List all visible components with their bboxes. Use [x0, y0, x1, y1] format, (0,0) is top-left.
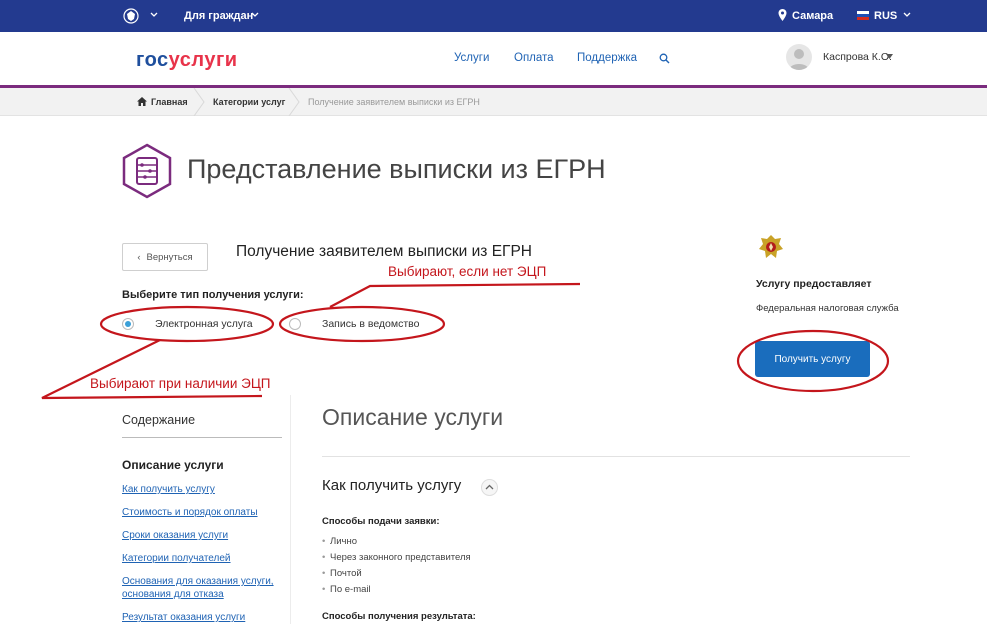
back-button[interactable]: ‹ Вернуться	[122, 243, 208, 271]
how-to-get-title: Как получить услугу	[322, 477, 462, 494]
chevron-down-icon[interactable]	[150, 11, 158, 19]
annotation-pointer-no-ecp	[329, 282, 581, 308]
home-icon	[137, 97, 147, 106]
chevron-down-icon[interactable]	[251, 11, 259, 19]
search-icon[interactable]	[659, 53, 670, 64]
results-label: Способы получения результата:	[322, 611, 476, 622]
radio-electronic-label[interactable]: Электронная услуга	[155, 318, 253, 330]
gosuslugi-logo[interactable]: госуслуги	[136, 49, 238, 72]
city-selector[interactable]: Самара	[792, 10, 833, 22]
service-subtitle: Получение заявителем выписки из ЕГРН	[236, 243, 532, 260]
user-silhouette-icon	[789, 49, 809, 70]
provider-name: Федеральная налоговая служба	[756, 303, 899, 314]
location-pin-icon	[778, 9, 787, 21]
caret-down-icon[interactable]	[886, 54, 893, 59]
toc-link-terms[interactable]: Сроки оказания услуги	[122, 529, 287, 542]
breadcrumb-current: Получение заявителем выписки из ЕГРН	[308, 97, 480, 107]
nav-support[interactable]: Поддержка	[577, 52, 637, 64]
provider-label: Услугу предоставляет	[756, 278, 872, 290]
chevron-up-icon	[485, 484, 494, 490]
breadcrumb-separator	[193, 88, 205, 116]
toc-link-result[interactable]: Результат оказания услуги	[122, 611, 287, 624]
abacus-icon	[122, 143, 172, 199]
language-selector[interactable]: RUS	[874, 10, 897, 22]
description-title: Описание услуги	[322, 404, 504, 430]
tax-service-emblem-icon	[759, 235, 783, 258]
list-item: Лично	[322, 536, 357, 547]
user-name[interactable]: Каспрова К.О.	[823, 51, 892, 63]
get-service-button[interactable]: Получить услугу	[755, 341, 870, 377]
breadcrumb-separator	[288, 88, 300, 116]
top-bar: Для граждан Самара RUS	[0, 0, 987, 32]
list-item: Через законного представителя	[322, 552, 471, 563]
column-divider	[290, 395, 291, 624]
coat-of-arms-icon[interactable]	[122, 7, 140, 25]
toc-divider	[122, 437, 282, 438]
annotation-no-ecp: Выбирают, если нет ЭЦП	[388, 264, 547, 279]
breadcrumb: Главная Категории услуг Получение заявит…	[0, 88, 987, 116]
chevron-left-icon: ‹	[137, 251, 141, 263]
toc-link-cost[interactable]: Стоимость и порядок оплаты	[122, 506, 287, 519]
service-type-label: Выберите тип получения услуги:	[122, 289, 304, 301]
toc-link-recipients[interactable]: Категории получателей	[122, 552, 287, 565]
collapse-toggle[interactable]	[481, 479, 498, 496]
chevron-down-icon[interactable]	[903, 11, 911, 19]
russian-flag-icon	[857, 11, 869, 20]
site-header: госуслуги Услуги Оплата Поддержка Каспро…	[0, 32, 987, 88]
toc-link-how-to-get[interactable]: Как получить услугу	[122, 483, 287, 496]
breadcrumb-categories[interactable]: Категории услуг	[213, 97, 285, 107]
annotation-with-ecp: Выбирают при наличии ЭЦП	[90, 376, 271, 391]
breadcrumb-home[interactable]: Главная	[151, 97, 188, 107]
list-item: Почтой	[322, 568, 362, 579]
toc-section-description: Описание услуги	[122, 458, 224, 472]
methods-label: Способы подачи заявки:	[322, 516, 440, 527]
radio-office-visit[interactable]	[289, 318, 301, 330]
avatar[interactable]	[786, 44, 812, 70]
description-divider	[322, 456, 910, 457]
radio-office-label[interactable]: Запись в ведомство	[322, 318, 419, 330]
nav-payment[interactable]: Оплата	[514, 52, 554, 64]
page-title: Представление выписки из ЕГРН	[187, 154, 606, 184]
toc-link-grounds[interactable]: Основания для оказания услуги, основания…	[122, 575, 287, 601]
toc-title: Содержание	[122, 413, 196, 427]
nav-services[interactable]: Услуги	[454, 52, 489, 64]
list-item: По e-mail	[322, 584, 371, 595]
for-citizens-menu[interactable]: Для граждан	[184, 10, 253, 22]
radio-electronic-service[interactable]	[122, 318, 134, 330]
